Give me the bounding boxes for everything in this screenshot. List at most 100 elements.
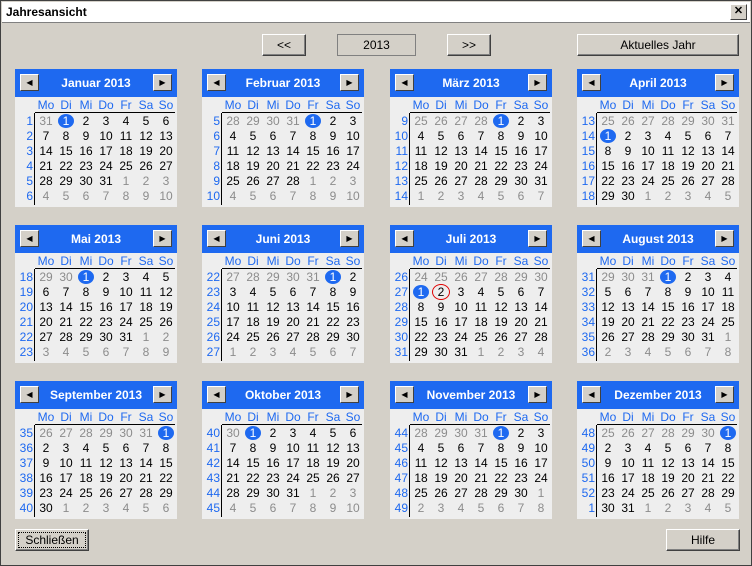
day-cell[interactable]: 21 xyxy=(303,315,323,329)
holiday-day-cell[interactable]: 1 xyxy=(411,285,431,299)
today-day-cell[interactable]: 2 xyxy=(431,284,451,300)
day-cell[interactable]: 31 xyxy=(718,114,738,128)
day-cell[interactable]: 22 xyxy=(491,159,511,173)
close-button[interactable]: Schließen xyxy=(15,529,89,551)
day-cell[interactable]: 5 xyxy=(136,501,156,515)
day-cell[interactable]: 3 xyxy=(431,501,451,515)
day-cell[interactable]: 10 xyxy=(156,189,176,203)
day-cell[interactable]: 20 xyxy=(263,159,283,173)
day-cell[interactable]: 27 xyxy=(116,486,136,500)
prev-month-icon[interactable]: ◀ xyxy=(395,74,414,91)
day-cell[interactable]: 29 xyxy=(76,330,96,344)
day-cell[interactable]: 5 xyxy=(658,441,678,455)
day-cell[interactable]: 1 xyxy=(303,174,323,188)
day-cell[interactable]: 14 xyxy=(56,300,76,314)
day-cell[interactable]: 24 xyxy=(223,330,243,344)
day-cell[interactable]: 2 xyxy=(76,501,96,515)
day-cell[interactable]: 10 xyxy=(698,285,718,299)
day-cell[interactable]: 19 xyxy=(598,315,618,329)
day-cell[interactable]: 28 xyxy=(136,486,156,500)
day-cell[interactable]: 29 xyxy=(243,114,263,128)
day-cell[interactable]: 14 xyxy=(698,456,718,470)
day-cell[interactable]: 1 xyxy=(638,189,658,203)
day-cell[interactable]: 2 xyxy=(511,426,531,440)
day-cell[interactable]: 17 xyxy=(56,471,76,485)
day-cell[interactable]: 27 xyxy=(36,330,56,344)
day-cell[interactable]: 30 xyxy=(343,330,363,344)
day-cell[interactable]: 4 xyxy=(223,189,243,203)
day-cell[interactable]: 4 xyxy=(303,426,323,440)
day-cell[interactable]: 2 xyxy=(36,441,56,455)
holiday-day-cell[interactable]: 1 xyxy=(243,426,263,440)
day-cell[interactable]: 11 xyxy=(411,144,431,158)
day-cell[interactable]: 30 xyxy=(698,114,718,128)
day-cell[interactable]: 18 xyxy=(411,471,431,485)
day-cell[interactable]: 3 xyxy=(96,114,116,128)
day-cell[interactable]: 4 xyxy=(283,345,303,359)
day-cell[interactable]: 14 xyxy=(471,144,491,158)
day-cell[interactable]: 28 xyxy=(223,114,243,128)
day-cell[interactable]: 28 xyxy=(658,426,678,440)
day-cell[interactable]: 4 xyxy=(116,114,136,128)
day-cell[interactable]: 29 xyxy=(263,270,283,284)
day-cell[interactable]: 1 xyxy=(136,330,156,344)
day-cell[interactable]: 17 xyxy=(451,315,471,329)
day-cell[interactable]: 29 xyxy=(243,486,263,500)
day-cell[interactable]: 21 xyxy=(531,315,551,329)
day-cell[interactable]: 8 xyxy=(76,285,96,299)
day-cell[interactable]: 7 xyxy=(343,345,363,359)
day-cell[interactable]: 26 xyxy=(156,315,176,329)
day-cell[interactable]: 28 xyxy=(303,330,323,344)
day-cell[interactable]: 8 xyxy=(718,441,738,455)
day-cell[interactable]: 30 xyxy=(511,174,531,188)
day-cell[interactable]: 24 xyxy=(698,315,718,329)
day-cell[interactable]: 24 xyxy=(96,159,116,173)
day-cell[interactable]: 19 xyxy=(678,159,698,173)
day-cell[interactable]: 22 xyxy=(76,315,96,329)
day-cell[interactable]: 15 xyxy=(303,144,323,158)
day-cell[interactable]: 11 xyxy=(303,441,323,455)
day-cell[interactable]: 5 xyxy=(323,426,343,440)
day-cell[interactable]: 30 xyxy=(678,330,698,344)
day-cell[interactable]: 26 xyxy=(678,174,698,188)
day-cell[interactable]: 4 xyxy=(658,129,678,143)
day-cell[interactable]: 29 xyxy=(56,174,76,188)
day-cell[interactable]: 12 xyxy=(491,300,511,314)
day-cell[interactable]: 6 xyxy=(156,114,176,128)
day-cell[interactable]: 4 xyxy=(638,345,658,359)
day-cell[interactable]: 9 xyxy=(136,189,156,203)
day-cell[interactable]: 17 xyxy=(96,144,116,158)
day-cell[interactable]: 4 xyxy=(531,345,551,359)
day-cell[interactable]: 16 xyxy=(36,471,56,485)
day-cell[interactable]: 8 xyxy=(303,189,323,203)
day-cell[interactable]: 27 xyxy=(343,471,363,485)
day-cell[interactable]: 12 xyxy=(156,285,176,299)
day-cell[interactable]: 29 xyxy=(598,270,618,284)
day-cell[interactable]: 23 xyxy=(263,471,283,485)
next-month-icon[interactable]: ▶ xyxy=(528,386,547,403)
day-cell[interactable]: 13 xyxy=(678,456,698,470)
day-cell[interactable]: 10 xyxy=(618,456,638,470)
day-cell[interactable]: 24 xyxy=(56,486,76,500)
day-cell[interactable]: 10 xyxy=(96,129,116,143)
day-cell[interactable]: 10 xyxy=(531,441,551,455)
day-cell[interactable]: 5 xyxy=(136,114,156,128)
day-cell[interactable]: 19 xyxy=(243,159,263,173)
day-cell[interactable]: 12 xyxy=(431,456,451,470)
day-cell[interactable]: 16 xyxy=(263,456,283,470)
day-cell[interactable]: 18 xyxy=(471,315,491,329)
day-cell[interactable]: 1 xyxy=(718,330,738,344)
day-cell[interactable]: 1 xyxy=(303,486,323,500)
day-cell[interactable]: 28 xyxy=(531,330,551,344)
day-cell[interactable]: 4 xyxy=(718,270,738,284)
day-cell[interactable]: 13 xyxy=(36,300,56,314)
day-cell[interactable]: 3 xyxy=(451,189,471,203)
day-cell[interactable]: 2 xyxy=(658,501,678,515)
day-cell[interactable]: 10 xyxy=(343,129,363,143)
day-cell[interactable]: 20 xyxy=(116,471,136,485)
day-cell[interactable]: 26 xyxy=(431,174,451,188)
day-cell[interactable]: 16 xyxy=(678,300,698,314)
day-cell[interactable]: 2 xyxy=(598,345,618,359)
day-cell[interactable]: 3 xyxy=(343,486,363,500)
day-cell[interactable]: 16 xyxy=(343,300,363,314)
